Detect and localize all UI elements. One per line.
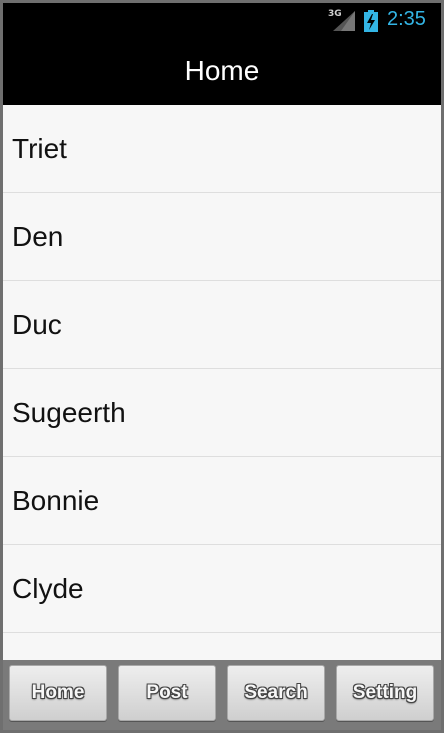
search-button[interactable]: Search — [227, 665, 325, 721]
post-button[interactable]: Post — [118, 665, 216, 721]
list-item[interactable]: Duc — [3, 281, 441, 369]
post-button-label: Post — [146, 682, 188, 703]
list-item[interactable]: Triet — [3, 105, 441, 193]
search-button-label: Search — [244, 682, 308, 703]
contact-list[interactable]: Triet Den Duc Sugeerth Bonnie Clyde — [3, 105, 441, 660]
clock: 2:35 — [387, 8, 426, 30]
setting-button-label: Setting — [352, 682, 418, 703]
list-item[interactable]: Clyde — [3, 545, 441, 633]
list-item[interactable]: Den — [3, 193, 441, 281]
page-title: Home — [184, 55, 260, 86]
setting-button[interactable]: Setting — [336, 665, 434, 721]
home-button-label: Home — [31, 682, 85, 703]
list-item-label: Bonnie — [12, 485, 100, 516]
device-frame: 3G 2:35 Home Triet Den Duc Sugeerth Bonn… — [0, 0, 444, 733]
title-bar: Home — [3, 39, 441, 105]
list-item-label: Den — [12, 221, 64, 252]
screen: 3G 2:35 Home Triet Den Duc Sugeerth Bonn… — [3, 3, 441, 730]
list-item-label: Sugeerth — [12, 397, 126, 428]
list-item-label: Duc — [12, 309, 62, 340]
status-bar: 3G 2:35 — [3, 3, 441, 39]
home-button[interactable]: Home — [9, 665, 107, 721]
list-item[interactable]: Sugeerth — [3, 369, 441, 457]
bottom-tab-bar: Home Post Search Setting — [3, 660, 441, 730]
list-item[interactable]: Bonnie — [3, 457, 441, 545]
list-item-label: Triet — [12, 133, 67, 164]
list-item-label: Clyde — [12, 573, 84, 604]
battery-charging-icon — [364, 10, 378, 32]
signal-icon — [333, 11, 355, 31]
